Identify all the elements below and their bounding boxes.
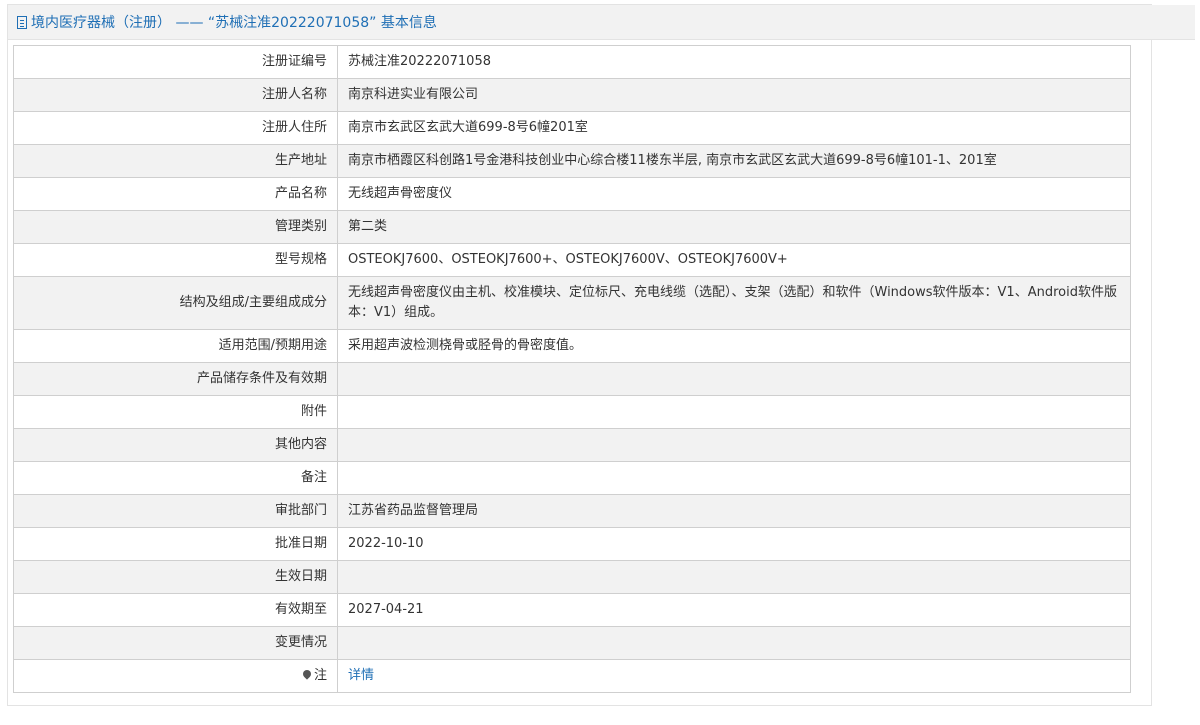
row-label: 有效期至 bbox=[13, 593, 338, 627]
location-pin-icon bbox=[301, 668, 313, 680]
row-value bbox=[337, 362, 1131, 396]
row-value bbox=[337, 626, 1131, 660]
row-value: 无线超声骨密度仪 bbox=[337, 177, 1131, 211]
row-value: 江苏省药品监督管理局 bbox=[337, 494, 1131, 528]
table-row: 生产地址 南京市栖霞区科创路1号金港科技创业中心综合楼11楼东半层, 南京市玄武… bbox=[13, 144, 1131, 178]
row-label: 生产地址 bbox=[13, 144, 338, 178]
document-icon bbox=[17, 15, 27, 29]
table-row: 变更情况 bbox=[13, 626, 1131, 660]
table-row: 注册人住所 南京市玄武区玄武大道699-8号6幢201室 bbox=[13, 111, 1131, 145]
info-table: 注册证编号 苏械注准20222071058 注册人名称 南京科进实业有限公司 注… bbox=[13, 45, 1131, 693]
row-label: 备注 bbox=[13, 461, 338, 495]
row-label: 注册人住所 bbox=[13, 111, 338, 145]
row-value: 南京市玄武区玄武大道699-8号6幢201室 bbox=[337, 111, 1131, 145]
row-value: 2027-04-21 bbox=[337, 593, 1131, 627]
table-row: 生效日期 bbox=[13, 560, 1131, 594]
table-row: 产品储存条件及有效期 bbox=[13, 362, 1131, 396]
row-value: 详情 bbox=[337, 659, 1131, 693]
table-row: 结构及组成/主要组成成分 无线超声骨密度仪由主机、校准模块、定位标尺、充电线缆（… bbox=[13, 276, 1131, 330]
row-value bbox=[337, 428, 1131, 462]
details-link[interactable]: 详情 bbox=[348, 668, 374, 683]
table-row: 管理类别 第二类 bbox=[13, 210, 1131, 244]
row-label: 审批部门 bbox=[13, 494, 338, 528]
row-label: 注册人名称 bbox=[13, 78, 338, 112]
table-row: 注 详情 bbox=[13, 659, 1131, 693]
row-value: 苏械注准20222071058 bbox=[337, 45, 1131, 79]
row-value: 采用超声波检测桡骨或胫骨的骨密度值。 bbox=[337, 329, 1131, 363]
table-row: 适用范围/预期用途 采用超声波检测桡骨或胫骨的骨密度值。 bbox=[13, 329, 1131, 363]
row-value: 南京科进实业有限公司 bbox=[337, 78, 1131, 112]
row-label: 批准日期 bbox=[13, 527, 338, 561]
table-row: 有效期至 2027-04-21 bbox=[13, 593, 1131, 627]
row-label: 产品储存条件及有效期 bbox=[13, 362, 338, 396]
row-label: 型号规格 bbox=[13, 243, 338, 277]
table-row: 注册证编号 苏械注准20222071058 bbox=[13, 45, 1131, 79]
row-label: 适用范围/预期用途 bbox=[13, 329, 338, 363]
row-value: 2022-10-10 bbox=[337, 527, 1131, 561]
table-row: 其他内容 bbox=[13, 428, 1131, 462]
row-label: 生效日期 bbox=[13, 560, 338, 594]
table-row: 产品名称 无线超声骨密度仪 bbox=[13, 177, 1131, 211]
table-row: 审批部门 江苏省药品监督管理局 bbox=[13, 494, 1131, 528]
note-label: 注 bbox=[313, 668, 327, 683]
table-row: 批准日期 2022-10-10 bbox=[13, 527, 1131, 561]
row-value bbox=[337, 461, 1131, 495]
row-value bbox=[337, 560, 1131, 594]
table-row: 型号规格 OSTEOKJ7600、OSTEOKJ7600+、OSTEOKJ760… bbox=[13, 243, 1131, 277]
table-row: 备注 bbox=[13, 461, 1131, 495]
row-value: 南京市栖霞区科创路1号金港科技创业中心综合楼11楼东半层, 南京市玄武区玄武大道… bbox=[337, 144, 1131, 178]
row-label: 管理类别 bbox=[13, 210, 338, 244]
row-label-note: 注 bbox=[13, 659, 338, 693]
row-value bbox=[337, 395, 1131, 429]
table-row: 附件 bbox=[13, 395, 1131, 429]
row-value: 第二类 bbox=[337, 210, 1131, 244]
table-row: 注册人名称 南京科进实业有限公司 bbox=[13, 78, 1131, 112]
row-label: 其他内容 bbox=[13, 428, 338, 462]
row-value: OSTEOKJ7600、OSTEOKJ7600+、OSTEOKJ7600V、OS… bbox=[337, 243, 1131, 277]
row-label: 产品名称 bbox=[13, 177, 338, 211]
row-value: 无线超声骨密度仪由主机、校准模块、定位标尺、充电线缆（选配）、支架（选配）和软件… bbox=[337, 276, 1131, 330]
panel-header: 境内医疗器械（注册） —— “苏械注准20222071058” 基本信息 bbox=[8, 5, 1195, 40]
row-label: 结构及组成/主要组成成分 bbox=[13, 276, 338, 330]
row-label: 变更情况 bbox=[13, 626, 338, 660]
row-label: 附件 bbox=[13, 395, 338, 429]
page-title: 境内医疗器械（注册） —— “苏械注准20222071058” 基本信息 bbox=[31, 15, 437, 31]
row-label: 注册证编号 bbox=[13, 45, 338, 79]
